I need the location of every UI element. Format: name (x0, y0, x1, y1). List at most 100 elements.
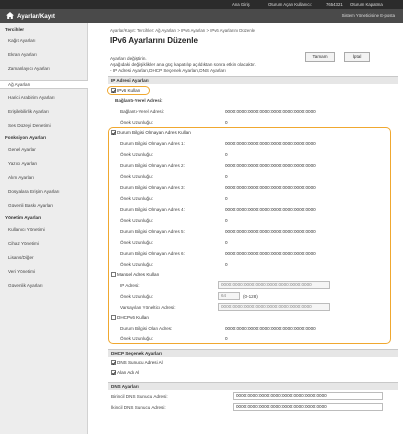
dns-server-label: DNS Sunucu Adresi Al (117, 360, 163, 365)
link-local-heading: Bağlantı-Yerel Adresi: (115, 98, 163, 103)
sidebar-item-file-access[interactable]: Dosyalara Erişim Ayarları (0, 189, 88, 197)
sidebar-heading-function: Fonksiyon Ayarları (5, 135, 47, 140)
manual-prefix-input[interactable]: 64 (218, 292, 240, 300)
ip-address-section-header: IP Adresi Ayarları (108, 76, 398, 84)
sidebar-heading-preferences: Tercihler (5, 27, 25, 32)
sidebar-item-general[interactable]: Genel Ayarlar (0, 147, 88, 155)
sidebar-item-network[interactable]: Ağ Ayarları (0, 80, 88, 89)
stateless-address-5-label: Durum Bilgisi Olmayan Adres 5: (120, 229, 185, 234)
sidebar-item-printer[interactable]: Yazıcı Ayarları (0, 161, 88, 169)
ok-button[interactable]: Tamam (305, 52, 335, 62)
dns-server-checkbox-row[interactable]: DNS Sunucu Adresi Al (111, 360, 163, 365)
sidebar-item-accessibility[interactable]: Erişilebilirlik Ayarları (0, 109, 88, 117)
stateless-prefix-2-label: Önek Uzunluğu: (120, 174, 153, 179)
dhcpv6-checkbox-row[interactable]: DHCPv6 Kullan (111, 315, 149, 320)
sidebar-item-paper[interactable]: Kağıt Ayarları (0, 38, 88, 46)
stateless-checkbox[interactable] (111, 130, 116, 135)
stateful-prefix-value: 0 (225, 336, 228, 341)
stateless-label: Durum Bilgisi Olmayan Adres Kullan (117, 130, 191, 135)
stateless-prefix-3-value: 0 (225, 196, 228, 201)
sidebar-item-license[interactable]: Lisans/Diğer (0, 255, 88, 263)
breadcrumb: Ayarlar/Kayıt: Tercihler: Ağ Ayarları > … (110, 28, 256, 33)
home-icon[interactable] (6, 12, 14, 19)
stateful-prefix-label: Önek Uzunluğu: (120, 336, 153, 341)
dhcp-options-section-header: DHCP Seçenek Ayarları (108, 349, 398, 357)
stateless-prefix-1-value: 0 (225, 152, 228, 157)
description-line-3: - IP Adresi Ayarları,DHCP Seçenek Ayarla… (110, 68, 226, 73)
address-options-highlight (108, 127, 391, 344)
logged-user-label: Oturum Açan Kullanıcı: (268, 1, 312, 7)
description-line-2: Aşağıdaki değişiklikler ana güç kapatılı… (110, 62, 256, 67)
manual-ip-label: IP Adresi: (120, 283, 140, 288)
sidebar-item-security[interactable]: Güvenlik Ayarları (0, 283, 88, 291)
use-ipv6-checkbox-row[interactable]: IPv6 Kullan (111, 88, 140, 93)
stateless-prefix-4-value: 0 (225, 218, 228, 223)
link-local-value: 0000:0000:0000:0000:0000:0000:0000:0000 (225, 109, 316, 114)
dns-settings-section-header: DNS Ayarları (108, 382, 398, 390)
sidebar-item-timer[interactable]: Zamanlayıcı Ayarları (0, 66, 88, 74)
page-title: IPv6 Ayarlarını Düzenle (110, 36, 198, 45)
link-local-prefix-label: Önek Uzunluğu: (120, 120, 153, 125)
stateless-address-5-value: 0000:0000:0000:0000:0000:0000:0000:0000 (225, 229, 316, 234)
sidebar-item-display[interactable]: Ekran Ayarları (0, 52, 88, 60)
stateless-address-4-value: 0000:0000:0000:0000:0000:0000:0000:0000 (225, 207, 316, 212)
sidebar-item-secure-print[interactable]: Güvenli Baskı Ayarları (0, 203, 88, 211)
sidebar-item-user-management[interactable]: Kullanıcı Yönetimi (0, 227, 88, 235)
secondary-dns-label: İkincil DNS Sunucu Adresi: (111, 405, 166, 410)
secondary-dns-input[interactable]: 0000:0000:0000:0000:0000:0000:0000:0000 (233, 403, 383, 411)
stateless-prefix-2-value: 0 (225, 174, 228, 179)
manual-address-label: Manüel Adres Kullan (117, 272, 160, 277)
domain-name-checkbox-row[interactable]: Alan Adı Al (111, 370, 139, 375)
stateless-prefix-4-label: Önek Uzunluğu: (120, 218, 153, 223)
stateless-address-1-label: Durum Bilgisi Olmayan Adres 1: (120, 141, 185, 146)
top-bar: Ana Giriş Oturum Açan Kullanıcı: 7654321… (0, 0, 403, 9)
logout-link[interactable]: Oturum Kapatma (350, 2, 383, 7)
email-admin-link[interactable]: Sistem Yöneticisine E-posta (342, 13, 395, 18)
title-bar: Ayarlar/Kayıt Sistem Yöneticisine E-post… (0, 9, 403, 23)
stateless-prefix-6-label: Önek Uzunluğu: (120, 262, 153, 267)
domain-name-checkbox[interactable] (111, 370, 116, 375)
description-line-1: Ayarları değiştirin. (110, 56, 147, 61)
stateful-address-label: Durum Bilgisi Olan Adres: (120, 326, 173, 331)
domain-name-label: Alan Adı Al (117, 370, 140, 375)
stateless-prefix-5-label: Önek Uzunluğu: (120, 240, 153, 245)
stateless-checkbox-row[interactable]: Durum Bilgisi Olmayan Adres Kullan (111, 130, 191, 135)
stateless-address-6-value: 0000:0000:0000:0000:0000:0000:0000:0000 (225, 251, 316, 256)
sidebar-item-device-management[interactable]: Cihaz Yönetimi (0, 241, 88, 249)
use-ipv6-checkbox[interactable] (111, 88, 116, 93)
stateless-address-3-value: 0000:0000:0000:0000:0000:0000:0000:0000 (225, 185, 316, 190)
manual-address-checkbox-row[interactable]: Manüel Adres Kullan (111, 272, 159, 277)
sidebar-item-receive[interactable]: Alım Ayarları (0, 175, 88, 183)
main-content: Ayarlar/Kayıt: Tercihler: Ağ Ayarları > … (88, 23, 403, 434)
manual-prefix-range: (0-128) (243, 294, 258, 299)
link-local-prefix-value: 0 (225, 120, 228, 125)
use-ipv6-label: IPv6 Kullan (117, 88, 141, 93)
link-local-label: Bağlantı-Yerel Adresi: (120, 109, 165, 114)
logged-user-id: 7654321 (326, 1, 343, 7)
dhcpv6-label: DHCPv6 Kullan (117, 315, 149, 320)
stateless-prefix-1-label: Önek Uzunluğu: (120, 152, 153, 157)
stateless-address-4-label: Durum Bilgisi Olmayan Adres 4: (120, 207, 185, 212)
sidebar-item-external-interface[interactable]: Harici Arabirim Ayarları (0, 95, 88, 103)
stateless-address-3-label: Durum Bilgisi Olmayan Adres 3: (120, 185, 185, 190)
manual-router-label: Varsayılan Yönelticı Adresi: (120, 305, 176, 310)
manual-address-checkbox[interactable] (111, 272, 116, 277)
sidebar: Tercihler Kağıt Ayarları Ekran Ayarları … (0, 23, 88, 434)
manual-ip-input[interactable]: 0000:0000:0000:0000:0000:0000:0000:0000 (218, 281, 330, 289)
stateless-address-1-value: 0000:0000:0000:0000:0000:0000:0000:0000 (225, 141, 316, 146)
manual-prefix-label: Önek Uzunluğu: (120, 294, 153, 299)
stateless-address-6-label: Durum Bilgisi Olmayan Adres 6: (120, 251, 185, 256)
stateless-address-2-label: Durum Bilgisi Olmayan Adres 2: (120, 163, 185, 168)
home-link[interactable]: Ana Giriş (232, 2, 250, 7)
dns-server-checkbox[interactable] (111, 360, 116, 365)
cancel-button[interactable]: İptal (344, 52, 370, 62)
stateless-address-2-value: 0000:0000:0000:0000:0000:0000:0000:0000 (225, 163, 316, 168)
manual-router-input[interactable]: 0000:0000:0000:0000:0000:0000:0000:0000 (218, 303, 330, 311)
sidebar-heading-management: Yönetim Ayarları (5, 215, 42, 220)
sidebar-item-data-management[interactable]: Veri Yönetimi (0, 269, 88, 277)
dhcpv6-checkbox[interactable] (111, 315, 116, 320)
primary-dns-input[interactable]: 0000:0000:0000:0000:0000:0000:0000:0000 (233, 392, 383, 400)
app-title: Ayarlar/Kayıt (17, 12, 55, 20)
stateless-prefix-3-label: Önek Uzunluğu: (120, 196, 153, 201)
sidebar-item-volume[interactable]: Ses Düzeyi Denetimi (0, 123, 88, 131)
